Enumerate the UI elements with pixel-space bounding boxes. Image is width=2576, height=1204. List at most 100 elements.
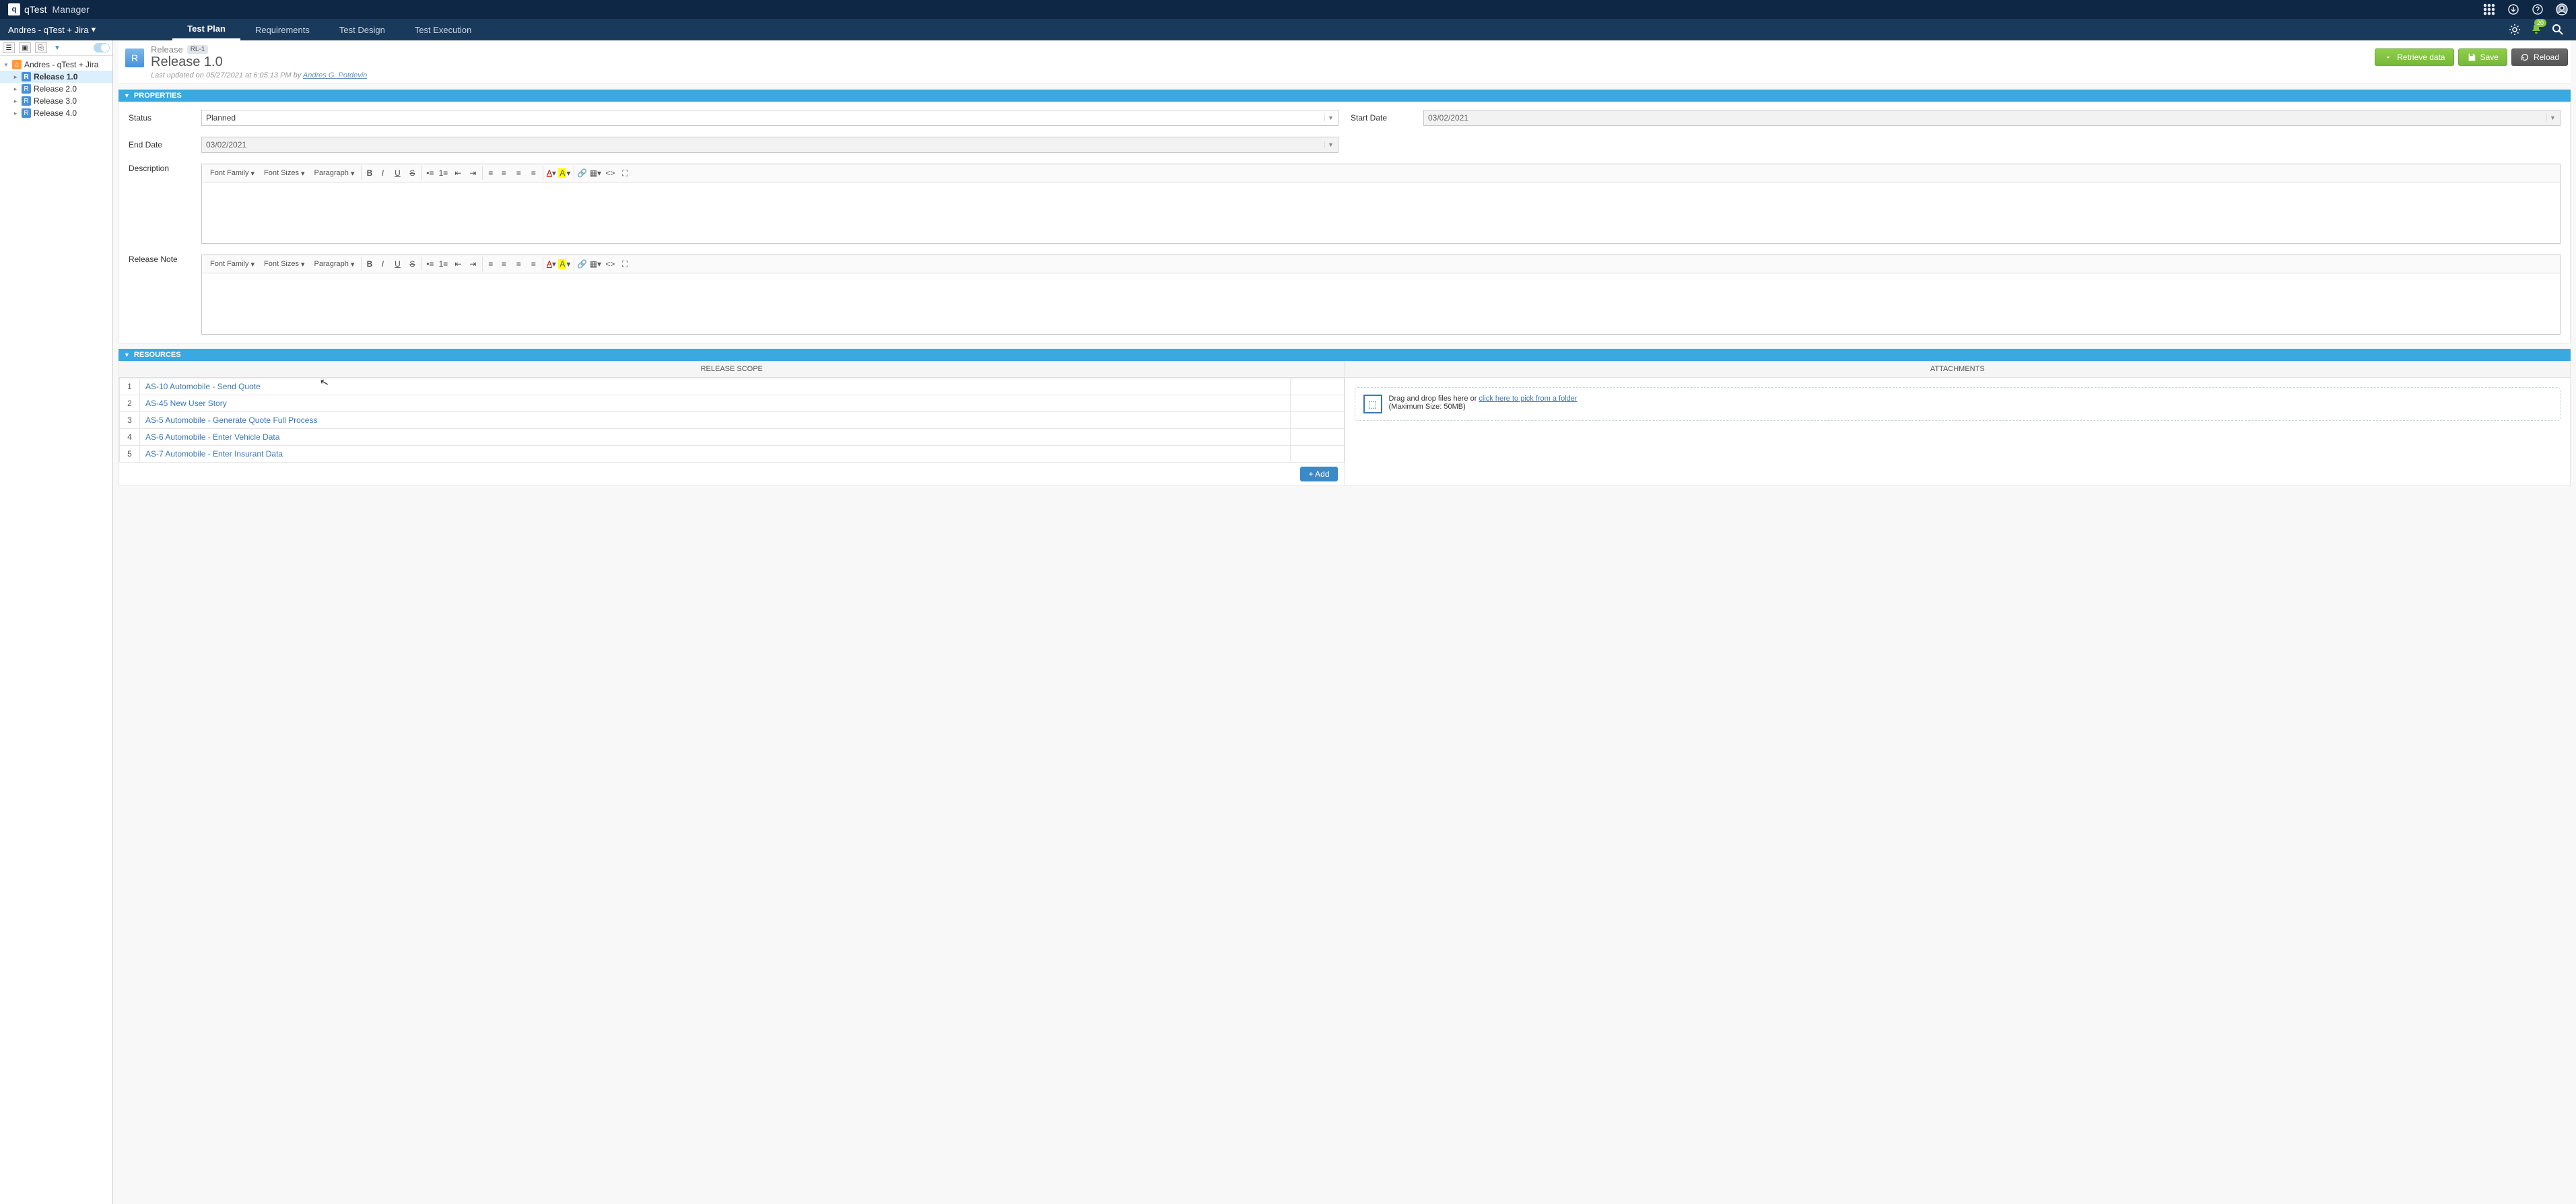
indent-icon[interactable]: ⇥ xyxy=(466,166,479,180)
scope-link[interactable]: AS-10 Automobile - Send Quote xyxy=(145,382,261,391)
indent-icon[interactable]: ⇥ xyxy=(466,257,479,271)
italic-icon[interactable]: I xyxy=(376,166,389,180)
topbar: q qTest Manager xyxy=(0,0,2576,19)
user-avatar-icon[interactable] xyxy=(2556,3,2568,15)
number-list-icon[interactable]: 1≡ xyxy=(436,166,450,180)
bold-icon[interactable]: B xyxy=(361,257,374,271)
attachments-dropzone[interactable]: ⬚ Drag and drop files here or click here… xyxy=(1355,387,2561,421)
table-row[interactable]: 4AS-6 Automobile - Enter Vehicle Data xyxy=(120,429,1345,446)
tab-test-design[interactable]: Test Design xyxy=(325,19,400,40)
table-row[interactable]: 1AS-10 Automobile - Send Quote xyxy=(120,378,1345,395)
font-family-dd[interactable]: Font Family▾ xyxy=(206,168,259,179)
expand-icon[interactable]: ▸ xyxy=(12,98,19,105)
apps-grid-icon[interactable] xyxy=(2483,3,2495,15)
release-scope-column: RELEASE SCOPE 1AS-10 Automobile - Send Q… xyxy=(119,361,1345,486)
align-left-icon[interactable]: ≡ xyxy=(482,166,496,180)
bg-color-icon[interactable]: A▾ xyxy=(557,166,571,180)
notifications-bell[interactable]: 20 xyxy=(2530,23,2542,37)
underline-icon[interactable]: U xyxy=(391,257,404,271)
topbar-right xyxy=(2483,3,2568,15)
project-dropdown[interactable]: Andres - qTest + Jira ▾ xyxy=(8,24,105,35)
attach-browse-link[interactable]: click here to pick from a folder xyxy=(1479,395,1577,403)
sidebar-toggle[interactable] xyxy=(94,43,110,53)
code-icon[interactable]: <> xyxy=(603,166,617,180)
settings-gear-icon[interactable] xyxy=(2509,24,2521,36)
font-sizes-dd[interactable]: Font Sizes▾ xyxy=(260,259,309,270)
collapse-icon[interactable]: ▾ xyxy=(3,61,9,69)
start-date-input[interactable]: 03/02/2021 ▼ xyxy=(1423,110,2561,126)
scope-link[interactable]: AS-6 Automobile - Enter Vehicle Data xyxy=(145,432,279,442)
tree-root[interactable]: ▾ ⌂ Andres - qTest + Jira xyxy=(0,59,112,71)
table-row[interactable]: 2AS-45 New User Story xyxy=(120,395,1345,412)
save-button[interactable]: Save xyxy=(2458,48,2507,66)
strike-icon[interactable]: S xyxy=(405,257,419,271)
expand-icon[interactable]: ▸ xyxy=(12,110,19,117)
table-icon[interactable]: ▦▾ xyxy=(588,257,602,271)
resources-header[interactable]: ▼ RESOURCES xyxy=(118,349,2571,361)
end-date-input[interactable]: 03/02/2021 ▼ xyxy=(201,137,1338,153)
table-row[interactable]: 5AS-7 Automobile - Enter Insurant Data xyxy=(120,446,1345,463)
bg-color-icon[interactable]: A▾ xyxy=(557,257,571,271)
updated-by-link[interactable]: Andres G. Potdevin xyxy=(303,71,367,79)
underline-icon[interactable]: U xyxy=(391,166,404,180)
text-color-icon[interactable]: A▾ xyxy=(543,257,556,271)
paragraph-dd[interactable]: Paragraph▾ xyxy=(310,168,359,179)
align-left-icon[interactable]: ≡ xyxy=(482,257,496,271)
description-textarea[interactable] xyxy=(202,182,2560,243)
outdent-icon[interactable]: ⇤ xyxy=(451,257,465,271)
search-icon[interactable] xyxy=(2552,24,2564,36)
number-list-icon[interactable]: 1≡ xyxy=(436,257,450,271)
reload-button[interactable]: Reload xyxy=(2511,48,2568,66)
font-family-dd[interactable]: Font Family▾ xyxy=(206,259,259,270)
paragraph-dd[interactable]: Paragraph▾ xyxy=(310,259,359,270)
text-color-icon[interactable]: A▾ xyxy=(543,166,556,180)
scope-link[interactable]: AS-45 New User Story xyxy=(145,399,227,408)
align-justify-icon[interactable]: ≡ xyxy=(527,257,540,271)
filter-icon[interactable]: ▼ xyxy=(51,42,63,53)
scope-link[interactable]: AS-5 Automobile - Generate Quote Full Pr… xyxy=(145,415,317,425)
align-center-icon[interactable]: ≡ xyxy=(497,166,510,180)
download-icon[interactable] xyxy=(2507,3,2519,15)
tab-test-execution[interactable]: Test Execution xyxy=(400,19,487,40)
bold-icon[interactable]: B xyxy=(361,166,374,180)
table-row[interactable]: 3AS-5 Automobile - Generate Quote Full P… xyxy=(120,412,1345,429)
italic-icon[interactable]: I xyxy=(376,257,389,271)
release-note-textarea[interactable] xyxy=(202,273,2560,334)
tab-test-plan[interactable]: Test Plan xyxy=(172,19,240,40)
add-scope-button[interactable]: + Add xyxy=(1300,467,1337,481)
table-icon[interactable]: ▦▾ xyxy=(588,166,602,180)
tree-tool-1[interactable]: ☰ xyxy=(3,42,15,53)
properties-form: Status Planned ▼ Start Date 03/02/2021 ▼… xyxy=(129,110,2561,153)
strike-icon[interactable]: S xyxy=(405,166,419,180)
align-right-icon[interactable]: ≡ xyxy=(512,257,525,271)
tree-release-4[interactable]: ▸ R Release 4.0 xyxy=(0,107,112,119)
link-icon[interactable]: 🔗 xyxy=(574,257,587,271)
align-right-icon[interactable]: ≡ xyxy=(512,166,525,180)
expand-icon[interactable]: ▸ xyxy=(12,73,19,81)
align-center-icon[interactable]: ≡ xyxy=(497,257,510,271)
retrieve-data-button[interactable]: Retrieve data xyxy=(2375,48,2453,66)
tree-release-2[interactable]: ▸ R Release 2.0 xyxy=(0,83,112,95)
tree-release-3[interactable]: ▸ R Release 3.0 xyxy=(0,95,112,107)
properties-header[interactable]: ▼ PROPERTIES xyxy=(118,90,2571,102)
tab-requirements[interactable]: Requirements xyxy=(240,19,325,40)
tree-release-1[interactable]: ▸ R Release 1.0 xyxy=(0,71,112,83)
tree-tool-3[interactable]: ⎘ xyxy=(35,42,47,53)
link-icon[interactable]: 🔗 xyxy=(574,166,587,180)
code-icon[interactable]: <> xyxy=(603,257,617,271)
record-header-texts: Release RL-1 Release 1.0 Last updated on… xyxy=(151,44,2375,79)
font-sizes-dd[interactable]: Font Sizes▾ xyxy=(260,168,309,179)
expand-icon[interactable]: ▸ xyxy=(12,86,19,93)
bullet-list-icon[interactable]: •≡ xyxy=(421,166,435,180)
project-name: Andres - qTest + Jira xyxy=(8,25,89,35)
tree-tool-2[interactable]: ▣ xyxy=(19,42,31,53)
bullet-list-icon[interactable]: •≡ xyxy=(421,257,435,271)
outdent-icon[interactable]: ⇤ xyxy=(451,166,465,180)
help-icon[interactable] xyxy=(2532,3,2544,15)
release-scope-header: RELEASE SCOPE xyxy=(119,361,1345,378)
fullscreen-icon[interactable]: ⛶ xyxy=(618,166,632,180)
scope-link[interactable]: AS-7 Automobile - Enter Insurant Data xyxy=(145,449,283,459)
status-select[interactable]: Planned ▼ xyxy=(201,110,1338,126)
align-justify-icon[interactable]: ≡ xyxy=(527,166,540,180)
fullscreen-icon[interactable]: ⛶ xyxy=(618,257,632,271)
